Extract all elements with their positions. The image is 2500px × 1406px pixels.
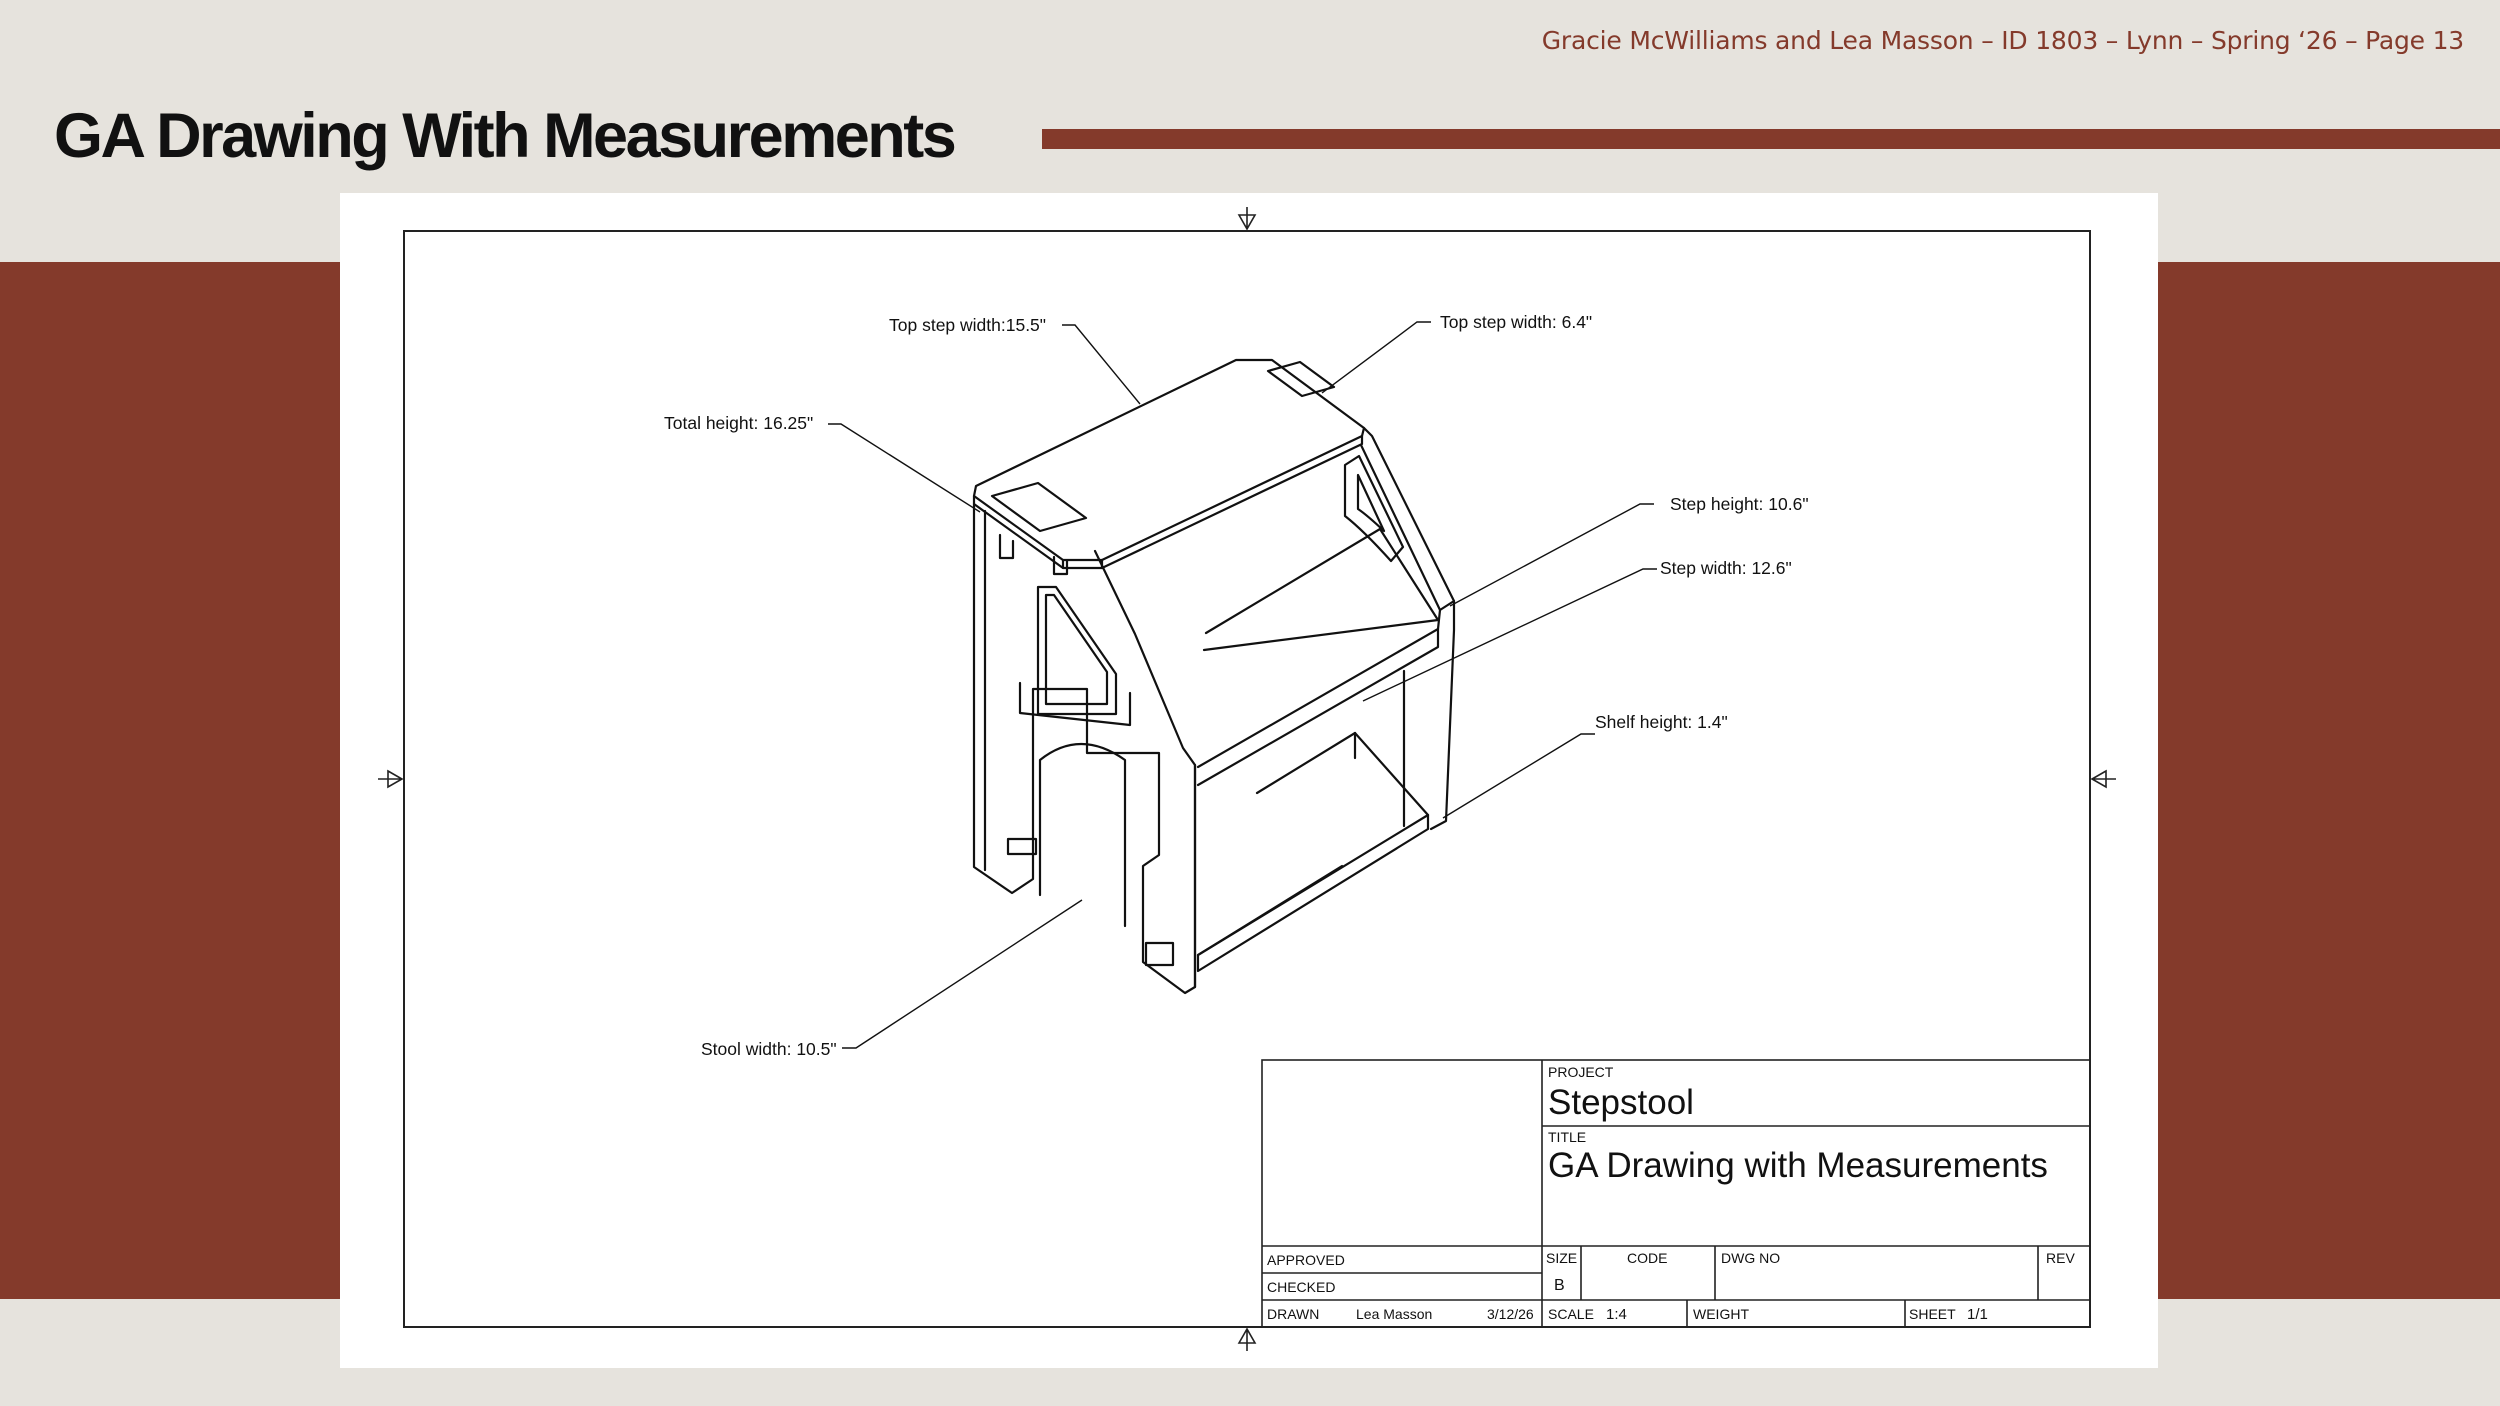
weight-label: WEIGHT [1693,1306,1749,1322]
callout-top-step-width-short: Top step width: 6.4" [1440,312,1592,332]
title-rule [1042,129,2500,149]
sheet-value: 1/1 [1967,1306,1988,1323]
callout-top-step-width-long: Top step width:15.5" [889,315,1046,335]
drawn-date: 3/12/26 [1487,1306,1534,1322]
title-block-text: PROJECT Stepstool TITLE GA Drawing with … [1267,1064,2075,1323]
project-name: Stepstool [1548,1083,1694,1122]
callout-step-height: Step height: 10.6" [1670,494,1809,514]
dwg-no-label: DWG NO [1721,1250,1780,1266]
page-title: GA Drawing With Measurements [54,101,957,171]
drawing-title: GA Drawing with Measurements [1548,1146,2048,1185]
checked-label: CHECKED [1267,1279,1335,1295]
rev-label: REV [2046,1250,2075,1266]
scale-label: SCALE [1548,1306,1594,1322]
ga-drawing: Top step width:15.5" Top step width: 6.4… [378,207,2116,1351]
project-label: PROJECT [1548,1064,1614,1080]
scale-value: 1:4 [1606,1306,1627,1323]
stepstool-drawing [972,358,1456,995]
drawn-by: Lea Masson [1356,1306,1432,1322]
sheet-label: SHEET [1909,1306,1956,1322]
header-credit: Gracie McWilliams and Lea Masson – ID 18… [1541,26,2464,55]
code-label: CODE [1627,1250,1667,1266]
callout-total-height: Total height: 16.25" [664,413,813,433]
callout-shelf-height: Shelf height: 1.4" [1595,712,1728,732]
size-value: B [1554,1277,1565,1294]
callout-step-width: Step width: 12.6" [1660,558,1792,578]
drawing-sheet: Top step width:15.5" Top step width: 6.4… [340,193,2158,1368]
title-label: TITLE [1548,1129,1586,1145]
drawn-label: DRAWN [1267,1306,1319,1322]
size-label: SIZE [1546,1250,1577,1266]
callout-stool-width: Stool width: 10.5" [701,1039,837,1059]
approved-label: APPROVED [1267,1252,1345,1268]
